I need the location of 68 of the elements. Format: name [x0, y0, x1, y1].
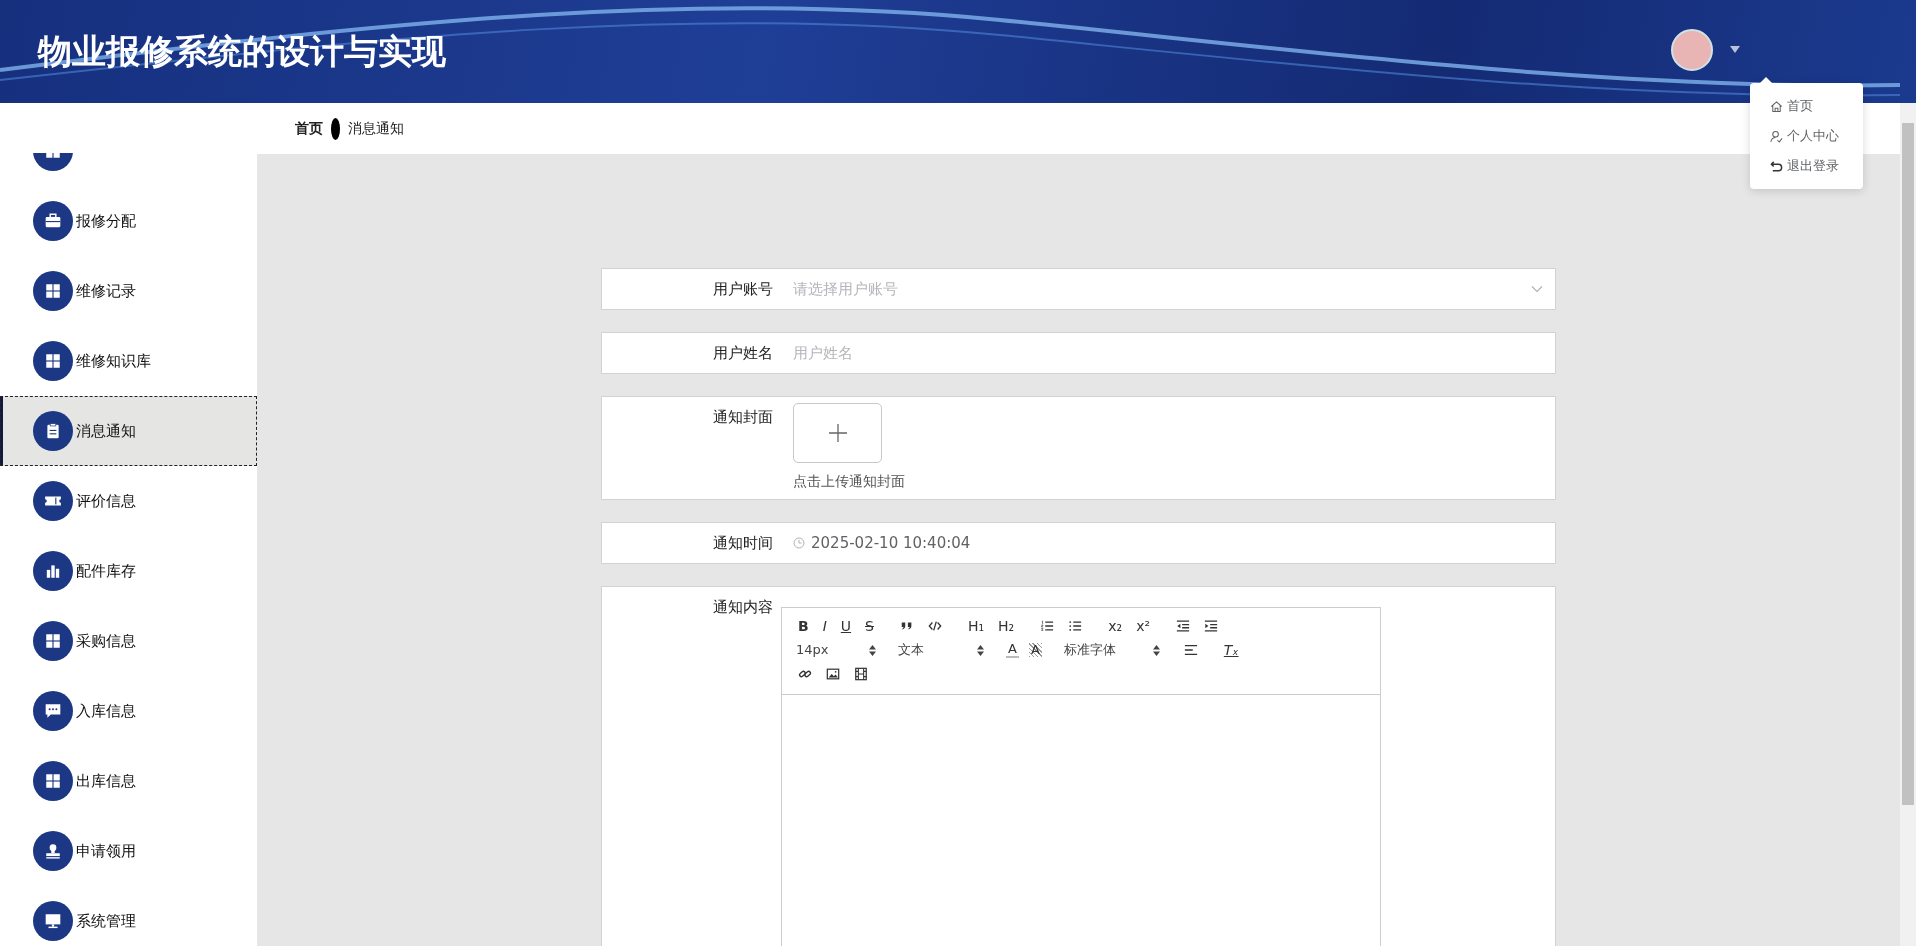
sidebar-item[interactable]: 配件库存 — [0, 536, 257, 606]
background-color-button[interactable]: A — [1028, 643, 1042, 657]
bullet-list-icon — [1068, 619, 1083, 633]
field-label: 通知封面 — [712, 407, 773, 428]
sidebar-item[interactable]: 采购信息 — [0, 606, 257, 676]
toolbar-button[interactable]: I — [820, 617, 829, 635]
menu-item[interactable]: 退出登录 — [1750, 151, 1863, 181]
ordered-list-icon — [1040, 619, 1055, 633]
breadcrumb-separator — [331, 117, 340, 140]
caret-icon[interactable] — [1730, 46, 1740, 53]
sidebar-item[interactable]: 入库信息 — [0, 676, 257, 746]
upload-hint: 点击上传通知封面 — [793, 472, 905, 491]
sidebar-item[interactable]: 消息通知 — [0, 396, 257, 466]
field-label: 通知内容 — [712, 597, 773, 618]
menu-item[interactable]: 个人中心 — [1750, 121, 1863, 151]
toolbar-button[interactable]: x² — [1134, 617, 1153, 635]
indent-icon — [1204, 619, 1219, 633]
chevron-down-icon — [1531, 285, 1543, 293]
breadcrumb-link[interactable]: 首页 — [295, 118, 323, 139]
sidebar-item[interactable]: 系统管理 — [0, 886, 257, 946]
sort-arrows-icon — [1152, 644, 1160, 656]
breadcrumb-link[interactable]: 消息通知 — [348, 118, 404, 139]
sort-arrows-icon — [869, 644, 876, 656]
align-left-icon — [1183, 643, 1198, 657]
stamp-icon — [44, 842, 62, 860]
sidebar-item[interactable]: 申请领用 — [0, 816, 257, 886]
toolbar-button[interactable]: H₁ — [965, 617, 987, 635]
toolbar-dropdown[interactable]: 文本 — [898, 640, 984, 660]
monitor-icon — [44, 912, 62, 930]
field-label: 用户姓名 — [712, 343, 773, 364]
menu-item[interactable]: 首页 — [1750, 91, 1863, 121]
code-icon — [927, 619, 942, 633]
field-label: 用户账号 — [712, 279, 773, 300]
clock-icon — [793, 537, 805, 549]
sidebar-item[interactable]: 出库信息 — [0, 746, 257, 816]
sidebar-item[interactable]: 维修知识库 — [0, 326, 257, 396]
toolbar-button[interactable]: S — [863, 617, 876, 635]
toolbar-button[interactable]: B — [796, 617, 811, 635]
toolbar-button[interactable] — [824, 667, 842, 681]
text-color-button[interactable]: A — [1006, 642, 1019, 658]
film-icon — [854, 667, 868, 681]
chat-bubble-icon — [44, 702, 62, 720]
home-icon — [1770, 99, 1783, 113]
toolbar-button[interactable] — [852, 667, 870, 681]
return-arrow-icon — [1770, 159, 1783, 173]
image-icon — [826, 667, 840, 681]
scrollbar-thumb[interactable] — [1902, 123, 1914, 805]
toolbar-button[interactable]: U — [838, 617, 854, 635]
briefcase-icon — [44, 212, 62, 230]
user-icon — [1770, 129, 1783, 143]
field-label: 通知时间 — [712, 533, 773, 554]
avatar[interactable] — [1671, 29, 1713, 71]
bar-chart-icon — [44, 562, 62, 580]
plus-icon — [827, 423, 848, 443]
sidebar-item[interactable]: 维修记录 — [0, 256, 257, 326]
toolbar-button[interactable]: Tₓ — [1221, 641, 1241, 659]
sort-arrows-icon — [977, 644, 984, 656]
toolbar-button[interactable]: x₂ — [1106, 617, 1125, 635]
scrollbar[interactable] — [1900, 103, 1916, 946]
app-title: 物业报修系统的设计与实现 — [36, 30, 446, 73]
outdent-icon — [1176, 619, 1191, 633]
sidebar-item[interactable]: 报修分配 — [0, 186, 257, 256]
clipboard-icon — [44, 422, 62, 440]
toolbar-dropdown[interactable]: 标准字体 — [1063, 640, 1160, 660]
toolbar-dropdown[interactable]: 14px — [796, 640, 876, 660]
sidebar-item[interactable]: 评价信息 — [0, 466, 257, 536]
toolbar-button[interactable]: H₂ — [996, 617, 1017, 635]
datetime-field[interactable]: 2025-02-10 10:40:04 — [793, 529, 1543, 557]
